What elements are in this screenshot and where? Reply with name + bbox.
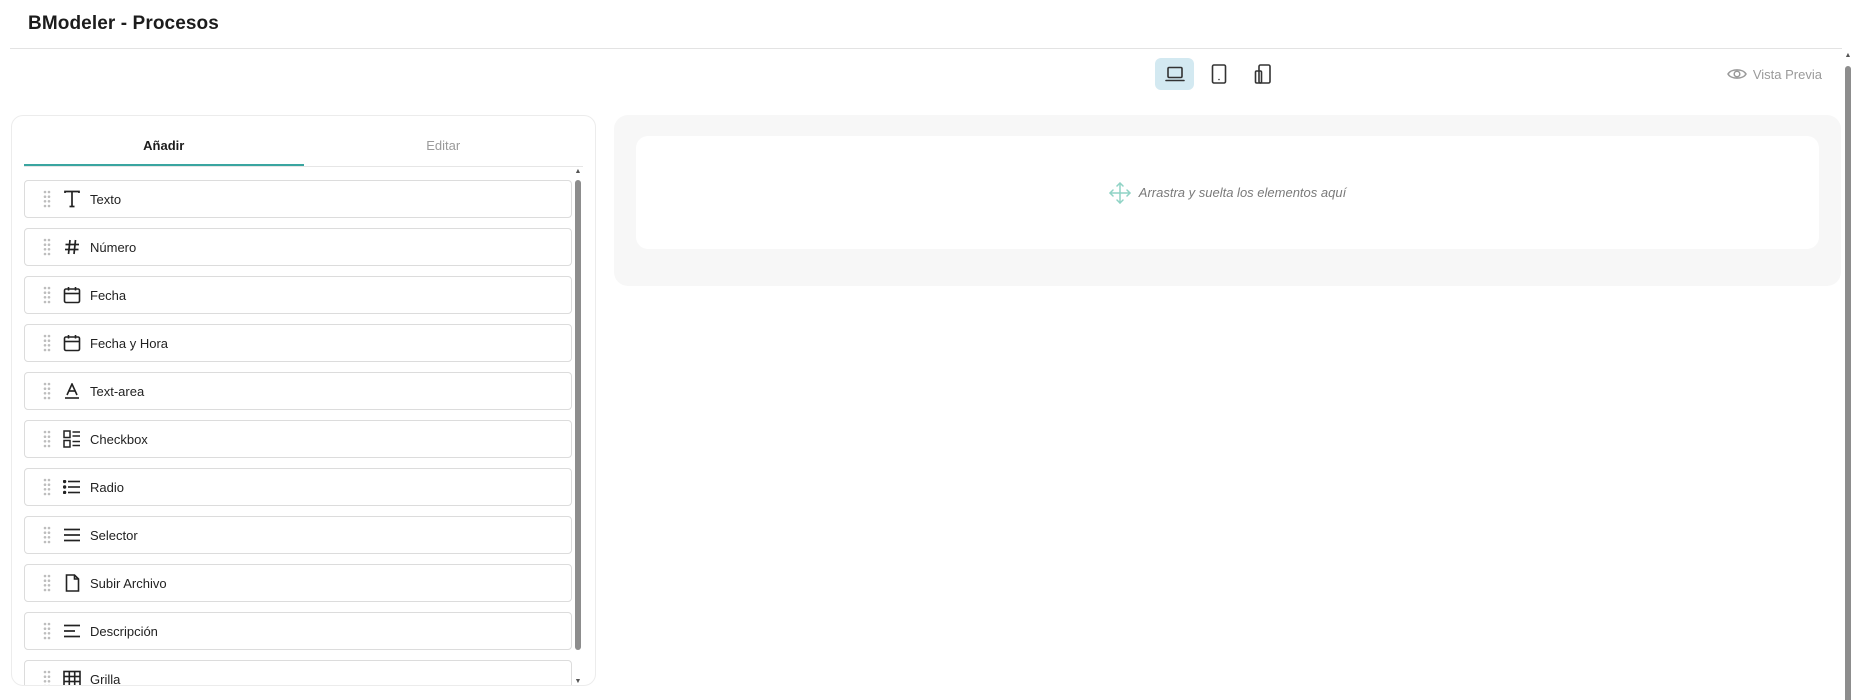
list-item-fecha[interactable]: Fecha (24, 276, 572, 314)
elements-list: Texto Número Fecha Fecha y Hora Text-are… (24, 180, 584, 686)
mobile-icon (1254, 64, 1271, 84)
list-item-label: Descripción (90, 623, 158, 639)
scroll-down-icon[interactable]: ▼ (574, 678, 582, 685)
hash-icon (61, 236, 83, 258)
page-scrollbar[interactable]: ▲ (1844, 50, 1852, 700)
page: BModeler - Procesos Vista Previa Añadir … (0, 0, 1852, 700)
drag-handle-icon[interactable] (43, 622, 55, 640)
drag-handle-icon[interactable] (43, 334, 55, 352)
preview-label: Vista Previa (1752, 66, 1822, 82)
drop-zone[interactable]: Arrastra y suelta los elementos aquí (636, 136, 1819, 249)
drop-zone-text: Arrastra y suelta los elementos aquí (1138, 185, 1347, 200)
device-laptop-button[interactable] (1155, 58, 1194, 90)
scroll-up-icon[interactable]: ▲ (574, 168, 582, 176)
list-item-label: Número (90, 239, 137, 255)
elements-panel: Añadir Editar Texto Número Fecha Fecha y… (11, 115, 596, 686)
tab-anadir[interactable]: Añadir (24, 127, 304, 166)
list-item-radio[interactable]: Radio (24, 468, 572, 506)
list-item-subir-archivo[interactable]: Subir Archivo (24, 564, 572, 602)
list-item-label: Checkbox (90, 431, 148, 447)
calendar-icon (61, 332, 83, 354)
list-item-label: Fecha (90, 287, 127, 303)
form-canvas: Arrastra y suelta los elementos aquí (614, 115, 1841, 286)
panel-tabs: Añadir Editar (24, 127, 583, 167)
drag-handle-icon[interactable] (43, 574, 55, 592)
calendar-icon (61, 284, 83, 306)
drag-handle-icon[interactable] (43, 430, 55, 448)
list-item-label: Fecha y Hora (90, 335, 169, 351)
scroll-thumb[interactable] (575, 180, 581, 650)
drag-handle-icon[interactable] (43, 190, 55, 208)
list-item-text-area[interactable]: Text-area (24, 372, 572, 410)
preview-button[interactable]: Vista Previa (1727, 64, 1822, 84)
device-toggles (1155, 58, 1282, 90)
drag-handle-icon[interactable] (43, 526, 55, 544)
device-mobile-button[interactable] (1243, 58, 1282, 90)
page-scroll-thumb[interactable] (1845, 66, 1851, 700)
tab-editar[interactable]: Editar (304, 127, 584, 166)
tablet-icon (1211, 64, 1226, 84)
drag-handle-icon[interactable] (43, 382, 55, 400)
laptop-icon (1164, 66, 1185, 82)
list-item-label: Grilla (90, 671, 121, 686)
list-item-label: Selector (90, 527, 138, 543)
page-title: BModeler - Procesos (28, 13, 219, 34)
grid-icon (61, 668, 83, 685)
list-item-texto[interactable]: Texto (24, 180, 572, 218)
move-icon (1109, 181, 1131, 204)
list-icon (61, 476, 83, 498)
page-scroll-up-icon[interactable]: ▲ (1844, 52, 1852, 59)
eye-icon (1727, 69, 1747, 79)
align-left-icon (61, 620, 83, 642)
text-icon (61, 188, 83, 210)
list-item-fecha-y-hora[interactable]: Fecha y Hora (24, 324, 572, 362)
device-tablet-button[interactable] (1199, 58, 1238, 90)
list-item-label: Subir Archivo (90, 575, 167, 591)
drag-handle-icon[interactable] (43, 286, 55, 304)
drag-handle-icon[interactable] (43, 670, 55, 685)
checklist-icon (61, 428, 83, 450)
list-item-grilla[interactable]: Grilla (24, 660, 572, 686)
list-item-label: Radio (90, 479, 124, 495)
list-item-descripcion[interactable]: Descripción (24, 612, 572, 650)
list-item-checkbox[interactable]: Checkbox (24, 420, 572, 458)
menu-icon (61, 524, 83, 546)
list-item-label: Texto (90, 191, 122, 207)
list-item-label: Text-area (90, 383, 145, 399)
drag-handle-icon[interactable] (43, 238, 55, 256)
elements-scrollbar[interactable]: ▲ ▼ (573, 168, 583, 685)
app-header: BModeler - Procesos (10, 0, 1842, 49)
drag-handle-icon[interactable] (43, 478, 55, 496)
list-item-selector[interactable]: Selector (24, 516, 572, 554)
list-item-numero[interactable]: Número (24, 228, 572, 266)
file-icon (61, 572, 83, 594)
text-area-icon (61, 380, 83, 402)
